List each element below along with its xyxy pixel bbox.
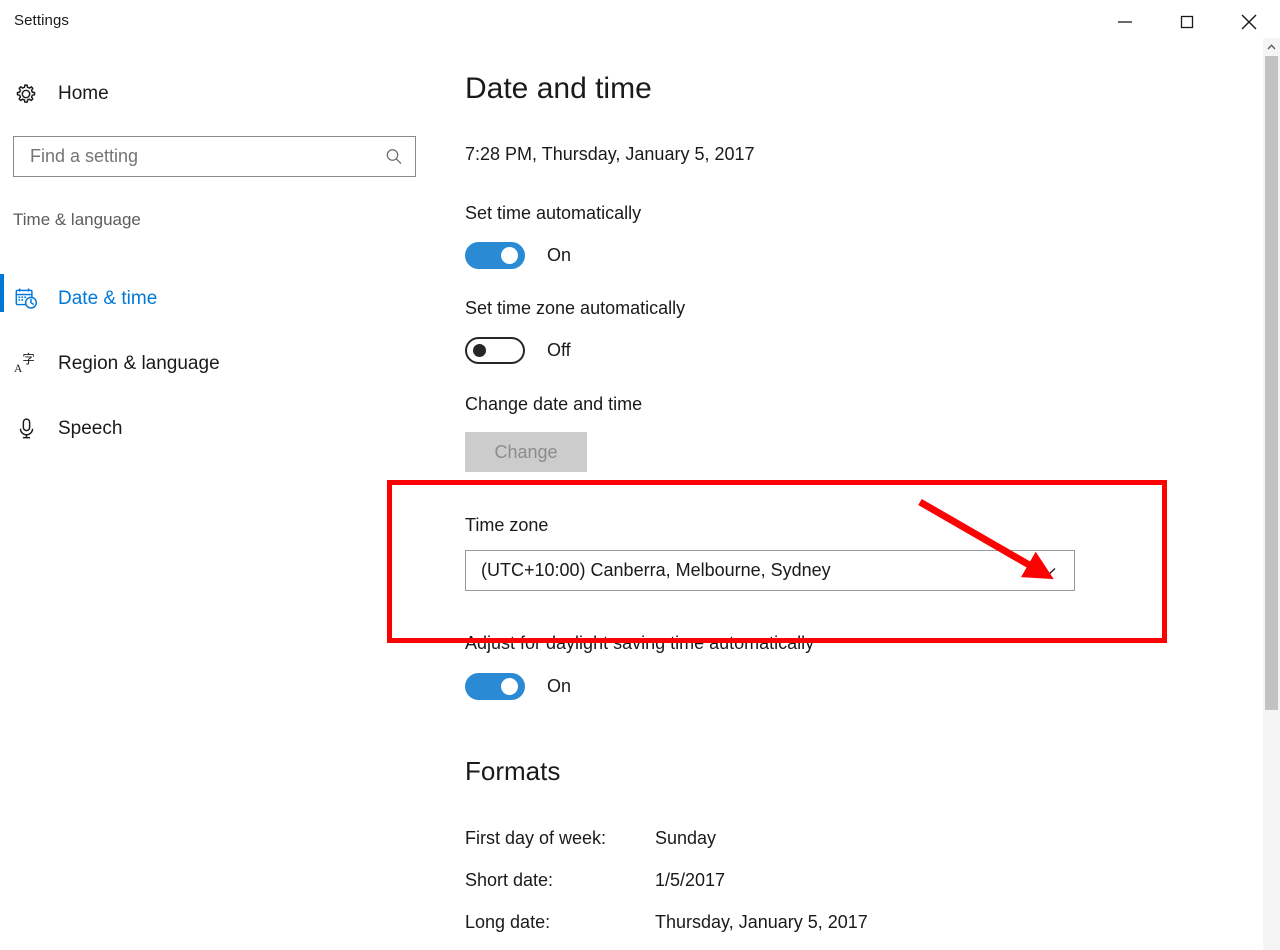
time-zone-label-wrap: Time zone [465, 515, 548, 536]
toggle-knob [501, 678, 518, 695]
window-title: Settings [14, 12, 69, 29]
sidebar-item-label: Region & language [58, 353, 220, 375]
window-controls [1094, 0, 1280, 44]
selection-indicator [0, 274, 4, 312]
sidebar-item-label: Speech [58, 418, 122, 440]
sidebar-group-title: Time & language [13, 210, 141, 230]
daylight-saving-label: Adjust for daylight saving time automati… [465, 633, 814, 654]
time-zone-value: (UTC+10:00) Canberra, Melbourne, Sydney [481, 560, 1036, 581]
time-zone-dropdown[interactable]: (UTC+10:00) Canberra, Melbourne, Sydney [465, 550, 1075, 591]
sidebar: Home Time & language [0, 44, 440, 950]
set-time-automatically-toggle-row[interactable]: On [465, 242, 571, 269]
page-title: Date and time [465, 72, 652, 106]
daylight-saving-toggle-row[interactable]: On [465, 673, 571, 700]
microphone-icon [0, 416, 52, 441]
format-row: Short date: 1/5/2017 [465, 859, 1065, 901]
main-content: Date and time 7:28 PM, Thursday, January… [440, 44, 1260, 950]
sidebar-item-home[interactable]: Home [0, 72, 420, 116]
set-time-automatically-state: On [547, 245, 571, 266]
minimize-button[interactable] [1094, 0, 1156, 44]
set-timezone-automatically-state: Off [547, 340, 571, 361]
format-key: Long date: [465, 912, 655, 933]
scrollbar-thumb[interactable] [1265, 56, 1278, 710]
selection-indicator [0, 339, 4, 377]
settings-window: Settings [0, 0, 1280, 950]
set-time-automatically-toggle[interactable] [465, 242, 525, 269]
set-timezone-automatically-label: Set time zone automatically [465, 298, 685, 319]
change-date-time-label: Change date and time [465, 394, 642, 415]
formats-section-title: Formats [465, 756, 560, 787]
language-icon: A 字 [0, 350, 52, 377]
calendar-clock-icon [0, 286, 52, 311]
set-timezone-automatically-label-wrap: Set time zone automatically [465, 298, 685, 319]
title-bar: Settings [0, 0, 1280, 44]
daylight-saving-state: On [547, 676, 571, 697]
change-date-time-label-wrap: Change date and time [465, 394, 642, 415]
set-timezone-automatically-toggle[interactable] [465, 337, 525, 364]
vertical-scrollbar[interactable] [1263, 38, 1280, 950]
time-zone-label: Time zone [465, 515, 548, 536]
change-button[interactable]: Change [465, 432, 587, 472]
toggle-knob [473, 344, 486, 357]
format-value: Sunday [655, 828, 716, 849]
maximize-icon [1176, 11, 1198, 33]
close-icon [1237, 10, 1261, 34]
sidebar-item-speech[interactable]: Speech [0, 396, 440, 461]
sidebar-nav-list: Date & time A 字 Region & language [0, 266, 440, 461]
format-row: Long date: Thursday, January 5, 2017 [465, 901, 1065, 943]
format-key: Short date: [465, 870, 655, 891]
format-key: First day of week: [465, 828, 655, 849]
maximize-button[interactable] [1156, 0, 1218, 44]
sidebar-home-label: Home [58, 83, 109, 105]
set-time-automatically-label-wrap: Set time automatically [465, 203, 641, 224]
toggle-knob [501, 247, 518, 264]
minimize-icon [1114, 11, 1136, 33]
sidebar-item-date-time[interactable]: Date & time [0, 266, 440, 331]
sidebar-item-region-language[interactable]: A 字 Region & language [0, 331, 440, 396]
format-row: First day of week: Sunday [465, 817, 1065, 859]
daylight-saving-toggle[interactable] [465, 673, 525, 700]
sidebar-item-label: Date & time [58, 288, 157, 310]
search-icon[interactable] [373, 146, 415, 168]
gear-icon [0, 81, 52, 107]
set-timezone-automatically-toggle-row[interactable]: Off [465, 337, 571, 364]
formats-list: First day of week: Sunday Short date: 1/… [465, 817, 1065, 943]
set-time-automatically-label: Set time automatically [465, 203, 641, 224]
search-input[interactable] [14, 146, 373, 167]
daylight-saving-label-wrap: Adjust for daylight saving time automati… [465, 633, 814, 654]
search-box[interactable] [13, 136, 416, 177]
scroll-up-arrow-icon[interactable] [1263, 38, 1280, 56]
selection-indicator [0, 404, 4, 442]
chevron-down-icon[interactable] [1036, 561, 1062, 581]
format-value: Thursday, January 5, 2017 [655, 912, 868, 933]
svg-text:字: 字 [22, 352, 34, 367]
current-datetime: 7:28 PM, Thursday, January 5, 2017 [465, 144, 755, 165]
format-value: 1/5/2017 [655, 870, 725, 891]
